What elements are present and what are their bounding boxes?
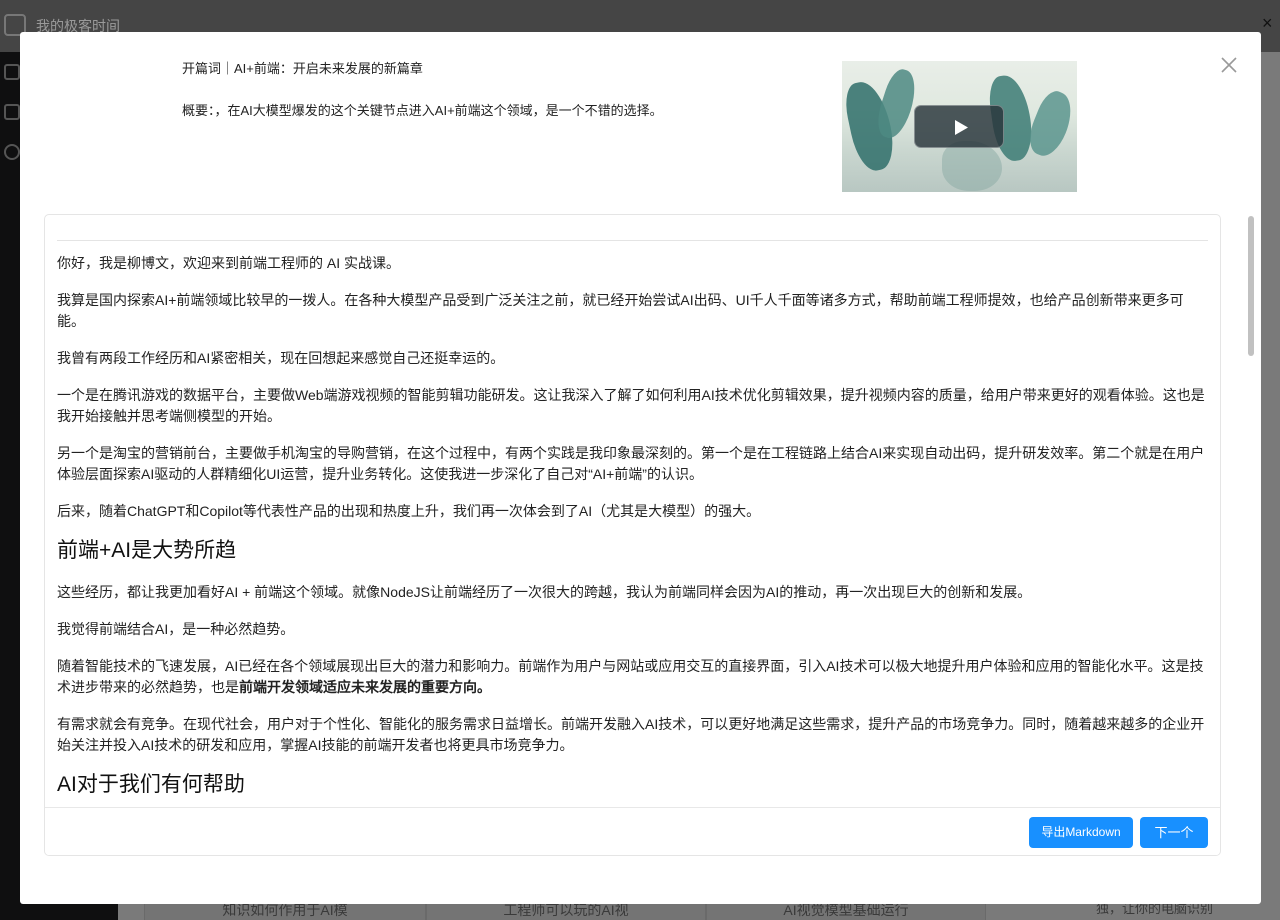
lesson-title: 开篇词｜AI+前端：开启未来发展的新篇章 [182, 61, 423, 76]
article-paragraph: 随着智能技术的飞速发展，AI已经在各个领域展现出巨大的潜力和影响力。前端作为用户… [57, 656, 1208, 698]
edit-icon [4, 64, 20, 80]
play-button[interactable] [914, 105, 1004, 148]
play-icon [955, 120, 968, 135]
article-paragraph: 后来，随着ChatGPT和Copilot等代表性产品的出现和热度上升，我们再一次… [57, 503, 761, 519]
export-markdown-button[interactable]: 导出Markdown [1029, 817, 1133, 848]
article-paragraph: 你好，我是柳博文，欢迎来到前端工程师的 AI 实战课。 [57, 255, 401, 271]
overlay-close-icon[interactable]: × [1262, 14, 1273, 32]
modal-footer: 导出Markdown 下一个 [45, 807, 1220, 855]
bold-text: 前端开发领域适应未来发展的重要方向。 [239, 679, 491, 695]
video-player[interactable] [842, 61, 1077, 192]
lesson-modal: 开篇词｜AI+前端：开启未来发展的新篇章 概要：，在AI大模型爆发的这个关键节点… [20, 32, 1261, 904]
article-paragraph: 我曾有两段工作经历和AI紧密相关，现在回想起来感觉自己还挺幸运的。 [57, 350, 505, 366]
paragraph-text: 随着智能技术的飞速发展，AI已经在各个领域展现出巨大的潜力和影响力。前端作为用户… [57, 658, 1204, 695]
article-heading: 前端+AI是大势所趋 [57, 539, 237, 562]
next-button[interactable]: 下一个 [1140, 817, 1208, 848]
article-paragraph: 另一个是淘宝的营销前台，主要做手机淘宝的导购营销，在这个过程中，有两个实践是我印… [57, 445, 1205, 482]
user-icon [4, 144, 20, 160]
article-paragraph: 有需求就会有竞争。在现代社会，用户对于个性化、智能化的服务需求日益增长。前端开发… [57, 716, 1205, 753]
monitor-icon [4, 104, 20, 120]
article-paragraph: 我觉得前端结合AI，是一种必然趋势。 [57, 621, 295, 637]
scrollbar-thumb[interactable] [1248, 216, 1254, 356]
article-heading: AI对于我们有何帮助 [57, 773, 245, 796]
article-paragraph: 我算是国内探索AI+前端领域比较早的一拨人。在各种大模型产品受到广泛关注之前，就… [57, 292, 1184, 329]
article-panel: 你好，我是柳博文，欢迎来到前端工程师的 AI 实战课。 我算是国内探索AI+前端… [44, 214, 1221, 856]
lesson-summary: 概要：，在AI大模型爆发的这个关键节点进入AI+前端这个领域，是一个不错的选择。 [182, 103, 663, 118]
article-body[interactable]: 你好，我是柳博文，欢迎来到前端工程师的 AI 实战课。 我算是国内探索AI+前端… [57, 215, 1208, 807]
scrollbar[interactable] [1244, 214, 1256, 856]
article-paragraph: 这些经历，都让我更加看好AI + 前端这个领域。就像NodeJS让前端经历了一次… [57, 584, 1032, 600]
thumbnail-ink [942, 141, 1002, 191]
divider [57, 240, 1208, 241]
article-paragraph: 一个是在腾讯游戏的数据平台，主要做Web端游戏视频的智能剪辑功能研发。这让我深入… [57, 387, 1205, 424]
close-icon[interactable] [1218, 54, 1240, 76]
